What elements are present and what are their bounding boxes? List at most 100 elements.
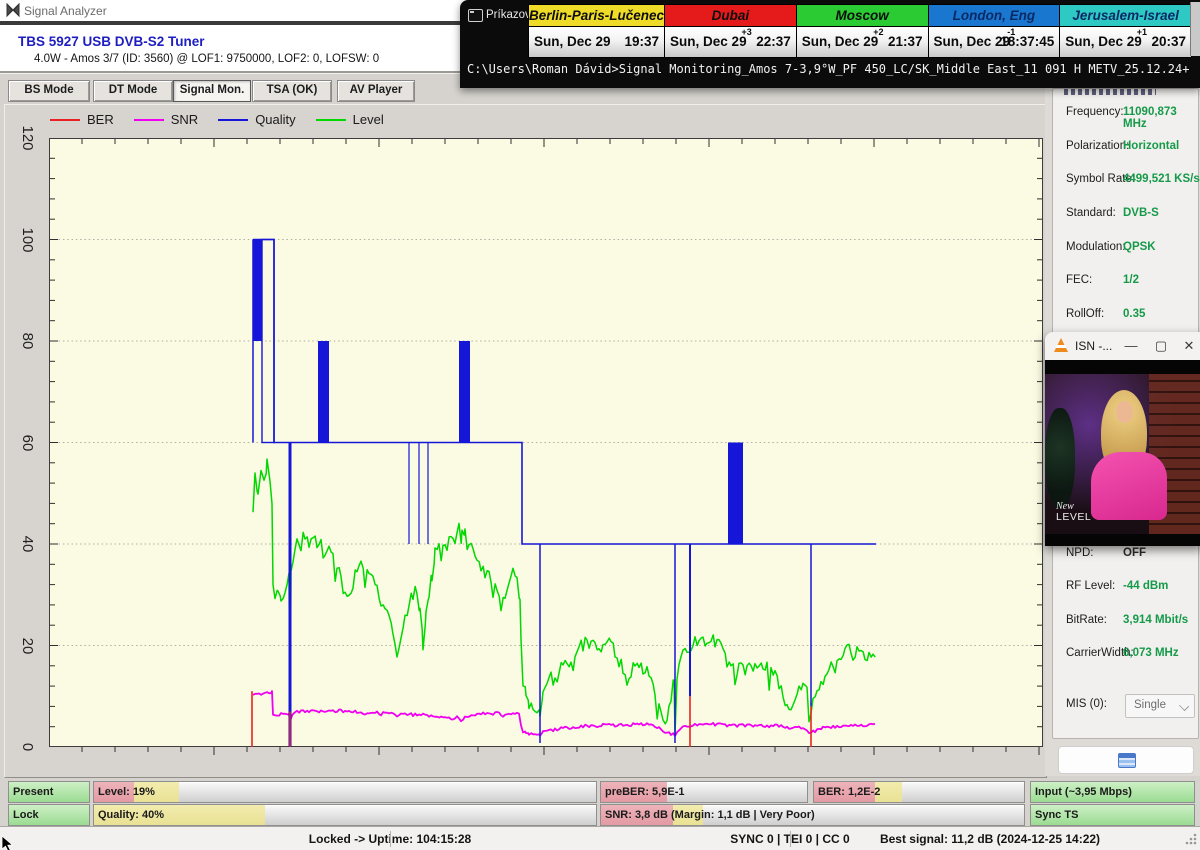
y-axis-tick-label: 80 xyxy=(19,332,36,350)
info-label: RF Level: xyxy=(1066,580,1116,592)
tab-bs-mode[interactable]: BS Mode xyxy=(8,80,90,102)
info-label: Frequency: xyxy=(1066,106,1124,118)
info-label: Polarization: xyxy=(1066,140,1130,152)
vlc-cone-icon xyxy=(1054,338,1068,352)
bar-label: Quality: 40% xyxy=(98,809,165,821)
info-value: DVB-S xyxy=(1123,207,1159,219)
clock-city-2: Dubai Sun, Dec 29 +3 22:37 xyxy=(665,5,797,57)
legend-label: SNR xyxy=(170,112,199,127)
progress-bar-present: Present xyxy=(8,781,90,803)
minimize-button[interactable]: — xyxy=(1123,338,1139,353)
legend-item-ber: BER xyxy=(50,112,114,127)
bar-label: Lock xyxy=(13,809,39,821)
statusbar-divider xyxy=(390,831,391,847)
y-axis-tick-label: 20 xyxy=(19,637,36,654)
clock-time: 19:37 xyxy=(624,34,660,49)
progress-bar-sync-ts: Sync TS xyxy=(1030,804,1195,826)
clock-city-name: Berlin-Paris-Lučenec xyxy=(529,5,665,27)
progress-bar-snr: SNR: 3,8 dB (Margin: 1,1 dB | Very Poor) xyxy=(600,804,1025,826)
tab-tsa-ok-[interactable]: TSA (OK) xyxy=(252,80,332,102)
mis-value: Single xyxy=(1134,699,1166,711)
progress-bar-preber: preBER: 5,9E-1 xyxy=(600,781,808,803)
clock-city-name: Jerusalem-Israel xyxy=(1060,5,1191,27)
tuner-name: TBS 5927 USB DVB-S2 Tuner xyxy=(18,34,205,49)
y-axis-tick-label: 60 xyxy=(19,434,36,451)
snr-legend-line xyxy=(133,118,164,121)
info-label: RollOff: xyxy=(1066,308,1105,320)
video-picture: New LEVEL xyxy=(1045,374,1200,536)
cmd-scrollbar[interactable] xyxy=(1190,2,1200,56)
statusbar-divider xyxy=(790,831,791,847)
level-legend-line xyxy=(315,118,346,121)
info-label: NPD: xyxy=(1066,547,1094,559)
tab-av-player[interactable]: AV Player xyxy=(337,80,415,102)
signal-chart-region: BER SNR Quality Level 120 100 80 60 40 20 0 xyxy=(4,104,1047,778)
clock-city-name: Dubai xyxy=(665,5,796,27)
cmd-prompt-line: C:\Users\Roman Dávid>Signal Monitoring_A… xyxy=(467,62,1190,76)
clock-city-name: Moscow xyxy=(796,5,928,27)
clock-utc-offset: +2 xyxy=(873,27,884,37)
info-value: 1/2 xyxy=(1123,274,1139,286)
clock-utc-offset: +1 xyxy=(1136,27,1147,37)
progress-bar-input-3-95-mbps-: Input (~3,95 Mbps) xyxy=(1030,781,1195,803)
clock-city-3: Moscow Sun, Dec 29 +2 21:37 xyxy=(796,5,929,57)
mis-label: MIS (0): xyxy=(1066,698,1107,710)
progress-bar-level: Level: 19% xyxy=(93,781,597,803)
clock-city-time-row: Sun, Dec 29 +1 20:37 xyxy=(1060,27,1191,57)
progress-bar-quality: Quality: 40% xyxy=(93,804,597,826)
video-preview-window[interactable]: New LEVEL ISN -... — ▢ ✕ xyxy=(1045,332,1200,546)
bar-label: SNR: 3,8 dB (Margin: 1,1 dB | Very Poor) xyxy=(605,809,815,821)
clock-time: 22:37 xyxy=(756,34,791,49)
tab-signal-mon-[interactable]: Signal Mon. xyxy=(173,80,251,102)
stream-info-icon xyxy=(1118,753,1136,768)
info-label: Standard: xyxy=(1066,207,1116,219)
maximize-button[interactable]: ▢ xyxy=(1153,338,1169,354)
clock-date: Sun, Dec 29 xyxy=(933,34,1011,49)
app-title: Signal Analyzer xyxy=(24,4,107,18)
clock-city-time-row: Sun, Dec 29 19:37 xyxy=(529,27,665,57)
clock-city-time-row: Sun, Dec 29 +2 21:37 xyxy=(796,27,928,57)
clock-time: 21:37 xyxy=(887,34,923,49)
info-value: -44 dBm xyxy=(1123,580,1169,592)
info-label: Modulation: xyxy=(1066,241,1126,253)
close-button[interactable]: ✕ xyxy=(1181,338,1197,354)
tab-dt-mode[interactable]: DT Mode xyxy=(93,80,173,102)
cmd-window-title: Príkazov xyxy=(486,9,531,21)
chart-canvas xyxy=(49,138,1043,755)
channel-watermark: New LEVEL xyxy=(1056,501,1092,523)
stream-info-button[interactable] xyxy=(1058,746,1194,774)
bar-label: Level: 19% xyxy=(98,786,155,798)
statusbar-best-signal: Best signal: 11,2 dB (2024-12-25 14:22) xyxy=(879,832,1101,846)
clock-date: Sun, Dec 29 xyxy=(534,34,611,49)
world-clock-widget: Berlin-Paris-Lučenec Sun, Dec 29 19:37 Duba… xyxy=(528,4,1192,58)
cmd-icon xyxy=(468,9,483,22)
video-titlebar[interactable]: ISN -... — ▢ ✕ xyxy=(1045,332,1200,360)
info-value: 6,073 MHz xyxy=(1123,647,1179,659)
chevron-down-icon xyxy=(1178,700,1190,712)
clock-utc-offset: +3 xyxy=(741,27,752,37)
statusbar: Locked -> Uptime: 104:15:28 SYNC 0 | TEI… xyxy=(0,826,1200,850)
legend-label: BER xyxy=(87,112,114,127)
info-value: 4499,521 KS/s xyxy=(1123,173,1200,185)
ber-legend-line xyxy=(50,118,80,121)
info-label: FEC: xyxy=(1066,274,1093,286)
info-value: OFF xyxy=(1123,547,1146,559)
y-axis-tick-label: 100 xyxy=(19,226,36,253)
bar-label: Present xyxy=(13,786,54,798)
bar-label: BER: 1,2E-2 xyxy=(818,786,881,798)
info-value: QPSK xyxy=(1123,241,1156,253)
legend-item-snr: SNR xyxy=(133,112,199,127)
video-content: New LEVEL xyxy=(1045,360,1200,546)
chart-legend: BER SNR Quality Level xyxy=(50,112,384,127)
command-prompt-window[interactable]: Príkazov Berlin-Paris-Lučenec Sun, Dec 29… xyxy=(460,0,1200,88)
mouse-cursor xyxy=(1,836,14,850)
resize-grip[interactable] xyxy=(1185,833,1197,845)
mis-dropdown[interactable]: Single xyxy=(1125,694,1195,718)
clock-date: Sun, Dec 29 xyxy=(670,34,747,49)
info-value: Horizontal xyxy=(1123,140,1180,152)
legend-item-level: Level xyxy=(315,112,384,127)
quality-legend-line xyxy=(218,118,249,121)
bar-label: preBER: 5,9E-1 xyxy=(605,786,685,798)
person-face xyxy=(1116,401,1133,423)
clock-city-4: London, Eng Sun, Dec 29 -1 18:37:45 xyxy=(928,5,1061,57)
